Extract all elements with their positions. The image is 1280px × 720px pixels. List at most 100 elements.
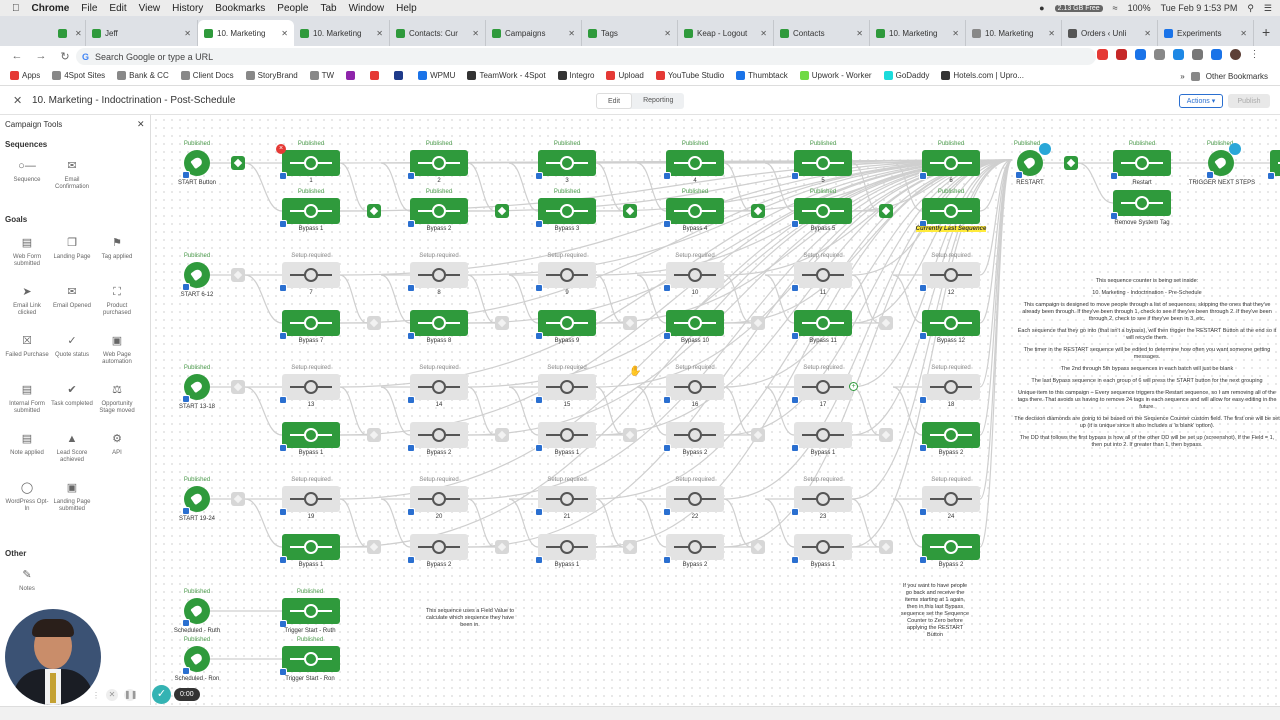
decision-diamond[interactable]: [367, 204, 381, 218]
close-tab-icon[interactable]: ✕: [184, 29, 191, 38]
profile-avatar[interactable]: [1230, 49, 1241, 60]
decision-diamond[interactable]: [231, 268, 245, 282]
sequence-node[interactable]: [791, 310, 852, 340]
sequence-node[interactable]: [407, 310, 468, 340]
decision-diamond[interactable]: [367, 540, 381, 554]
decision-diamond[interactable]: [751, 540, 765, 554]
close-icon[interactable]: ✕: [13, 94, 22, 107]
sequence-node[interactable]: [791, 198, 852, 228]
cancel-recording-icon[interactable]: ✕: [106, 689, 118, 701]
sequence-node[interactable]: [663, 150, 724, 180]
sequence-node[interactable]: [535, 374, 596, 404]
sequence-node[interactable]: [279, 150, 340, 180]
decision-diamond[interactable]: [879, 204, 893, 218]
sequence-node[interactable]: [407, 534, 468, 564]
browser-tab[interactable]: Experiments ✕: [1158, 20, 1254, 46]
tool-cursor[interactable]: ➤ Email Link clicked: [5, 284, 49, 317]
extension-blue-icon[interactable]: [1135, 49, 1146, 60]
decision-diamond[interactable]: [495, 204, 509, 218]
browser-tab[interactable]: Campaigns ✕: [486, 20, 582, 46]
sequence-node[interactable]: [791, 262, 852, 292]
browser-tab[interactable]: Tags ✕: [582, 20, 678, 46]
person-icon[interactable]: [1039, 143, 1051, 155]
bookmark-item[interactable]: Integro: [557, 71, 594, 80]
sequence-node[interactable]: [919, 374, 980, 404]
tag-goal-icon[interactable]: [182, 374, 210, 403]
control-center-icon[interactable]: ☰: [1264, 3, 1272, 14]
menu-tab[interactable]: Tab: [320, 3, 336, 14]
decision-diamond[interactable]: [495, 316, 509, 330]
decision-diamond[interactable]: [231, 492, 245, 506]
close-tab-icon[interactable]: ✕: [1144, 29, 1151, 38]
decision-diamond[interactable]: [879, 316, 893, 330]
sequence-node[interactable]: [535, 150, 596, 180]
drag-handle-icon[interactable]: ⋮: [92, 691, 100, 700]
wifi-icon[interactable]: ≈: [1113, 3, 1118, 13]
tool-email-confirmation[interactable]: ✉ Email Confirmation: [50, 158, 94, 191]
sequence-node[interactable]: [663, 486, 724, 516]
new-tab-icon[interactable]: +: [1262, 24, 1270, 40]
sequence-node[interactable]: [407, 150, 468, 180]
decision-diamond[interactable]: [495, 540, 509, 554]
bookmark-item[interactable]: Bank & CC: [117, 71, 169, 80]
sequence-node[interactable]: [407, 486, 468, 516]
sequence-node[interactable]: [279, 374, 340, 404]
browser-tab[interactable]: Keap - Logout ✕: [678, 20, 774, 46]
bookmark-item[interactable]: TW: [309, 71, 334, 80]
sequence-node[interactable]: [919, 150, 980, 180]
forward-icon[interactable]: →: [34, 50, 48, 62]
close-tab-icon[interactable]: ✕: [952, 29, 959, 38]
tag-goal-icon[interactable]: [1015, 150, 1043, 179]
extension-chat-icon[interactable]: [1173, 49, 1184, 60]
sequence-node[interactable]: [407, 198, 468, 228]
extension-gray-icon[interactable]: [1154, 49, 1165, 60]
decision-diamond[interactable]: [879, 540, 893, 554]
sequence-node[interactable]: [663, 262, 724, 292]
decision-diamond[interactable]: [623, 204, 637, 218]
close-tab-icon[interactable]: ✕: [75, 29, 82, 38]
menu-edit[interactable]: Edit: [109, 3, 126, 14]
browser-tab[interactable]: Jeff ✕: [86, 20, 198, 46]
tool-lead-score[interactable]: ▲ Lead Score achieved: [50, 431, 94, 464]
actions-button[interactable]: Actions ▾: [1179, 94, 1223, 108]
sequence-node[interactable]: [535, 198, 596, 228]
finish-recording-button[interactable]: ✓: [152, 685, 171, 704]
sequence-node[interactable]: [407, 374, 468, 404]
sequence-node[interactable]: [791, 374, 852, 404]
more-menu-icon[interactable]: ⋮: [1249, 49, 1260, 60]
bookmark-item[interactable]: Apps: [10, 71, 40, 80]
browser-tab[interactable]: Orders ‹ Unli ✕: [1062, 20, 1158, 46]
decision-diamond[interactable]: [231, 156, 245, 170]
tool-cart[interactable]: ⛶ Product purchased: [95, 284, 139, 317]
sequence-node[interactable]: [663, 198, 724, 228]
sequence-node[interactable]: [919, 262, 980, 292]
reload-icon[interactable]: ↻: [58, 50, 72, 63]
tool-tag[interactable]: ⚑ Tag applied: [95, 235, 139, 261]
tag-goal-icon[interactable]: [182, 150, 210, 179]
menu-people[interactable]: People: [277, 3, 308, 14]
sequence-node[interactable]: [279, 486, 340, 516]
decision-diamond[interactable]: [623, 428, 637, 442]
decision-diamond[interactable]: [623, 540, 637, 554]
tool-wordpress[interactable]: ◯ WordPress Opt-In: [5, 480, 49, 513]
decision-diamond[interactable]: [367, 428, 381, 442]
add-connection-icon[interactable]: +: [849, 382, 858, 391]
close-tab-icon[interactable]: ✕: [568, 29, 575, 38]
tool-web-form[interactable]: ▤ Web Form submitted: [5, 235, 49, 268]
close-tab-icon[interactable]: ✕: [856, 29, 863, 38]
sequence-node[interactable]: [919, 534, 980, 564]
back-icon[interactable]: ←: [10, 50, 24, 62]
tag-goal-icon[interactable]: [182, 646, 210, 675]
microphone-icon[interactable]: ●: [1039, 3, 1044, 13]
sequence-node[interactable]: [663, 422, 724, 452]
bookmark-item[interactable]: Thumbtack: [736, 71, 788, 80]
menu-view[interactable]: View: [139, 3, 161, 14]
decision-diamond[interactable]: [751, 204, 765, 218]
tool-task[interactable]: ✔ Task completed: [50, 382, 94, 408]
bookmark-item[interactable]: 4Spot Sites: [52, 71, 105, 80]
menu-history[interactable]: History: [172, 3, 203, 14]
tool-internal-form[interactable]: ▤ Internal Form submitted: [5, 382, 49, 415]
sequence-node[interactable]: [279, 646, 340, 676]
horizontal-scrollbar[interactable]: [0, 706, 1280, 720]
tag-goal-icon[interactable]: [182, 598, 210, 627]
